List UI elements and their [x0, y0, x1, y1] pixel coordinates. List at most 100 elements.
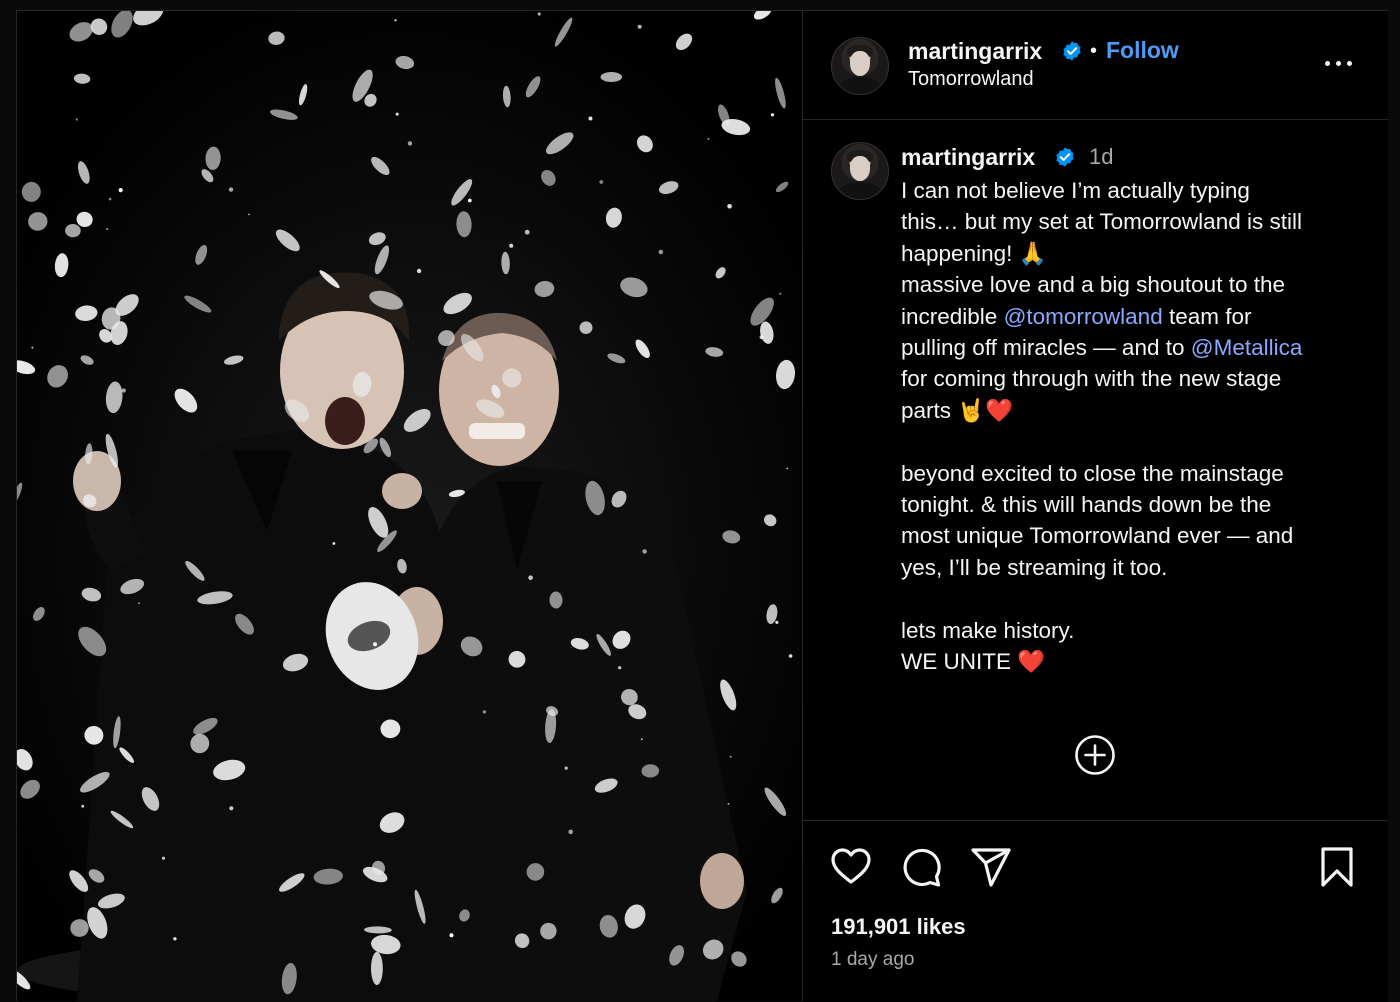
sparkle [81, 804, 85, 808]
caption-line: most unique Tomorrowland ever — and [901, 520, 1371, 551]
sparkle [588, 116, 593, 121]
caption-fragment: most unique Tomorrowland ever — and [901, 523, 1294, 549]
sparkle [658, 249, 664, 255]
sparkle [173, 937, 177, 941]
sparkle [373, 642, 377, 647]
caption-line: incredible @tomorrowland team for [901, 301, 1371, 332]
sparkle [138, 602, 140, 605]
sparkle [509, 243, 514, 248]
caption-line: beyond excited to close the mainstage [901, 458, 1371, 489]
caption-fragment: pulling off miracles — and to [901, 335, 1191, 361]
caption-line: happening! 🙏 [901, 238, 1371, 269]
post-header: martingarrix • Follow Tomorrowland [803, 11, 1388, 120]
sparkle [707, 137, 710, 140]
sparkle [775, 620, 779, 625]
caption-line [901, 583, 1371, 614]
eye-confetti [371, 951, 383, 986]
caption-fragment: massive love and a big shoutout to the [901, 272, 1285, 298]
post-timestamp[interactable]: 1 day ago [831, 949, 914, 971]
instagram-post: martingarrix • Follow Tomorrowland marti… [16, 10, 1388, 1002]
sparkle [727, 802, 730, 805]
caption-author-username[interactable]: martingarrix [901, 144, 1035, 171]
sparkle [416, 268, 422, 274]
sparkle [449, 933, 454, 938]
eye-confetti [600, 72, 623, 82]
caption-fragment: WE UNITE ❤️ [901, 649, 1046, 675]
sparkle [759, 335, 764, 340]
caption-text: I can not believe I’m actually typing thi… [901, 175, 1371, 678]
avatar-face [849, 51, 871, 77]
caption-fragment: incredible [901, 303, 1004, 329]
caption-fragment: team for [1162, 303, 1252, 329]
sparkle [118, 188, 123, 193]
caption-section: martingarrix 1d I can not believe I’m ac… [803, 120, 1388, 820]
post-side-panel: martingarrix • Follow Tomorrowland marti… [802, 11, 1388, 1002]
sparkle [599, 180, 604, 184]
sparkle [332, 542, 336, 545]
mention-link[interactable]: @Metallica [1191, 335, 1303, 360]
sparkle [161, 856, 166, 860]
author-username[interactable]: martingarrix [908, 38, 1042, 65]
caption-author-avatar[interactable] [831, 142, 889, 200]
sparkle [770, 113, 775, 117]
avatar-shirt [837, 182, 883, 199]
header-separator: • [1090, 40, 1098, 62]
mention-link[interactable]: @tomorrowland [1004, 304, 1163, 329]
plus-circle-icon[interactable] [1074, 734, 1116, 776]
author-avatar[interactable] [831, 37, 889, 95]
sparkle [31, 346, 34, 349]
caption-line: parts 🤘❤️ [901, 395, 1371, 426]
caption-fragment: beyond excited to close the mainstage [901, 460, 1284, 486]
bookmark-icon[interactable] [1315, 845, 1359, 889]
sparkle [395, 112, 399, 116]
sparkle [528, 575, 533, 580]
caption-fragment: tonight. & this will hands down be the [901, 492, 1272, 518]
caption-line: tonight. & this will hands down be the [901, 489, 1371, 520]
caption-line: this… but my set at Tomorrowland is stil… [901, 206, 1371, 237]
sparkle [727, 204, 732, 209]
like-count[interactable]: 191,901 likes [831, 914, 966, 940]
action-bar: 191,901 likes 1 day ago [803, 820, 1388, 1002]
caption-line: massive love and a big shoutout to the [901, 269, 1371, 300]
post-location[interactable]: Tomorrowland [908, 68, 1034, 91]
caption-line [901, 426, 1371, 457]
sparkle [75, 118, 78, 121]
sparkle [729, 755, 732, 758]
heart-icon[interactable] [829, 845, 873, 889]
sparkle [482, 710, 487, 714]
caption-line: yes, I’ll be streaming it too. [901, 552, 1371, 583]
verified-badge-icon [1056, 147, 1074, 167]
sparkle [537, 12, 541, 16]
post-photo[interactable] [17, 11, 802, 1001]
sparkle [788, 654, 793, 658]
more-options-icon[interactable] [1323, 49, 1355, 77]
sparkle [618, 666, 622, 670]
sparkle [467, 198, 472, 203]
caption-line: I can not believe I’m actually typing [901, 175, 1371, 206]
caption-line: lets make history. [901, 615, 1371, 646]
verified-badge-icon [1063, 41, 1081, 61]
caption-timestamp[interactable]: 1d [1089, 144, 1113, 170]
sparkle [786, 467, 788, 470]
caption-fragment: happening! 🙏 [901, 240, 1047, 266]
sparkle [229, 806, 234, 811]
comment-icon[interactable] [899, 845, 943, 889]
caption-line: WE UNITE ❤️ [901, 646, 1371, 677]
caption-line: for coming through with the new stage [901, 363, 1371, 394]
sparkle [106, 228, 109, 231]
sparkle [228, 187, 234, 192]
sparkle [564, 766, 568, 770]
avatar-shirt [837, 77, 883, 94]
sparkle [640, 738, 643, 741]
photo-illustration [17, 11, 802, 1001]
caption-fragment: lets make history. [901, 617, 1075, 643]
caption-fragment: for coming through with the new stage [901, 366, 1282, 392]
caption-fragment: this… but my set at Tomorrowland is stil… [901, 209, 1302, 235]
sparkle [394, 19, 397, 22]
sparkle [248, 213, 250, 216]
sparkle [121, 388, 126, 393]
follow-button[interactable]: Follow [1106, 37, 1179, 64]
caption-line: pulling off miracles — and to @Metallica [901, 332, 1371, 363]
sparkle [637, 24, 642, 29]
share-icon[interactable] [969, 845, 1013, 889]
